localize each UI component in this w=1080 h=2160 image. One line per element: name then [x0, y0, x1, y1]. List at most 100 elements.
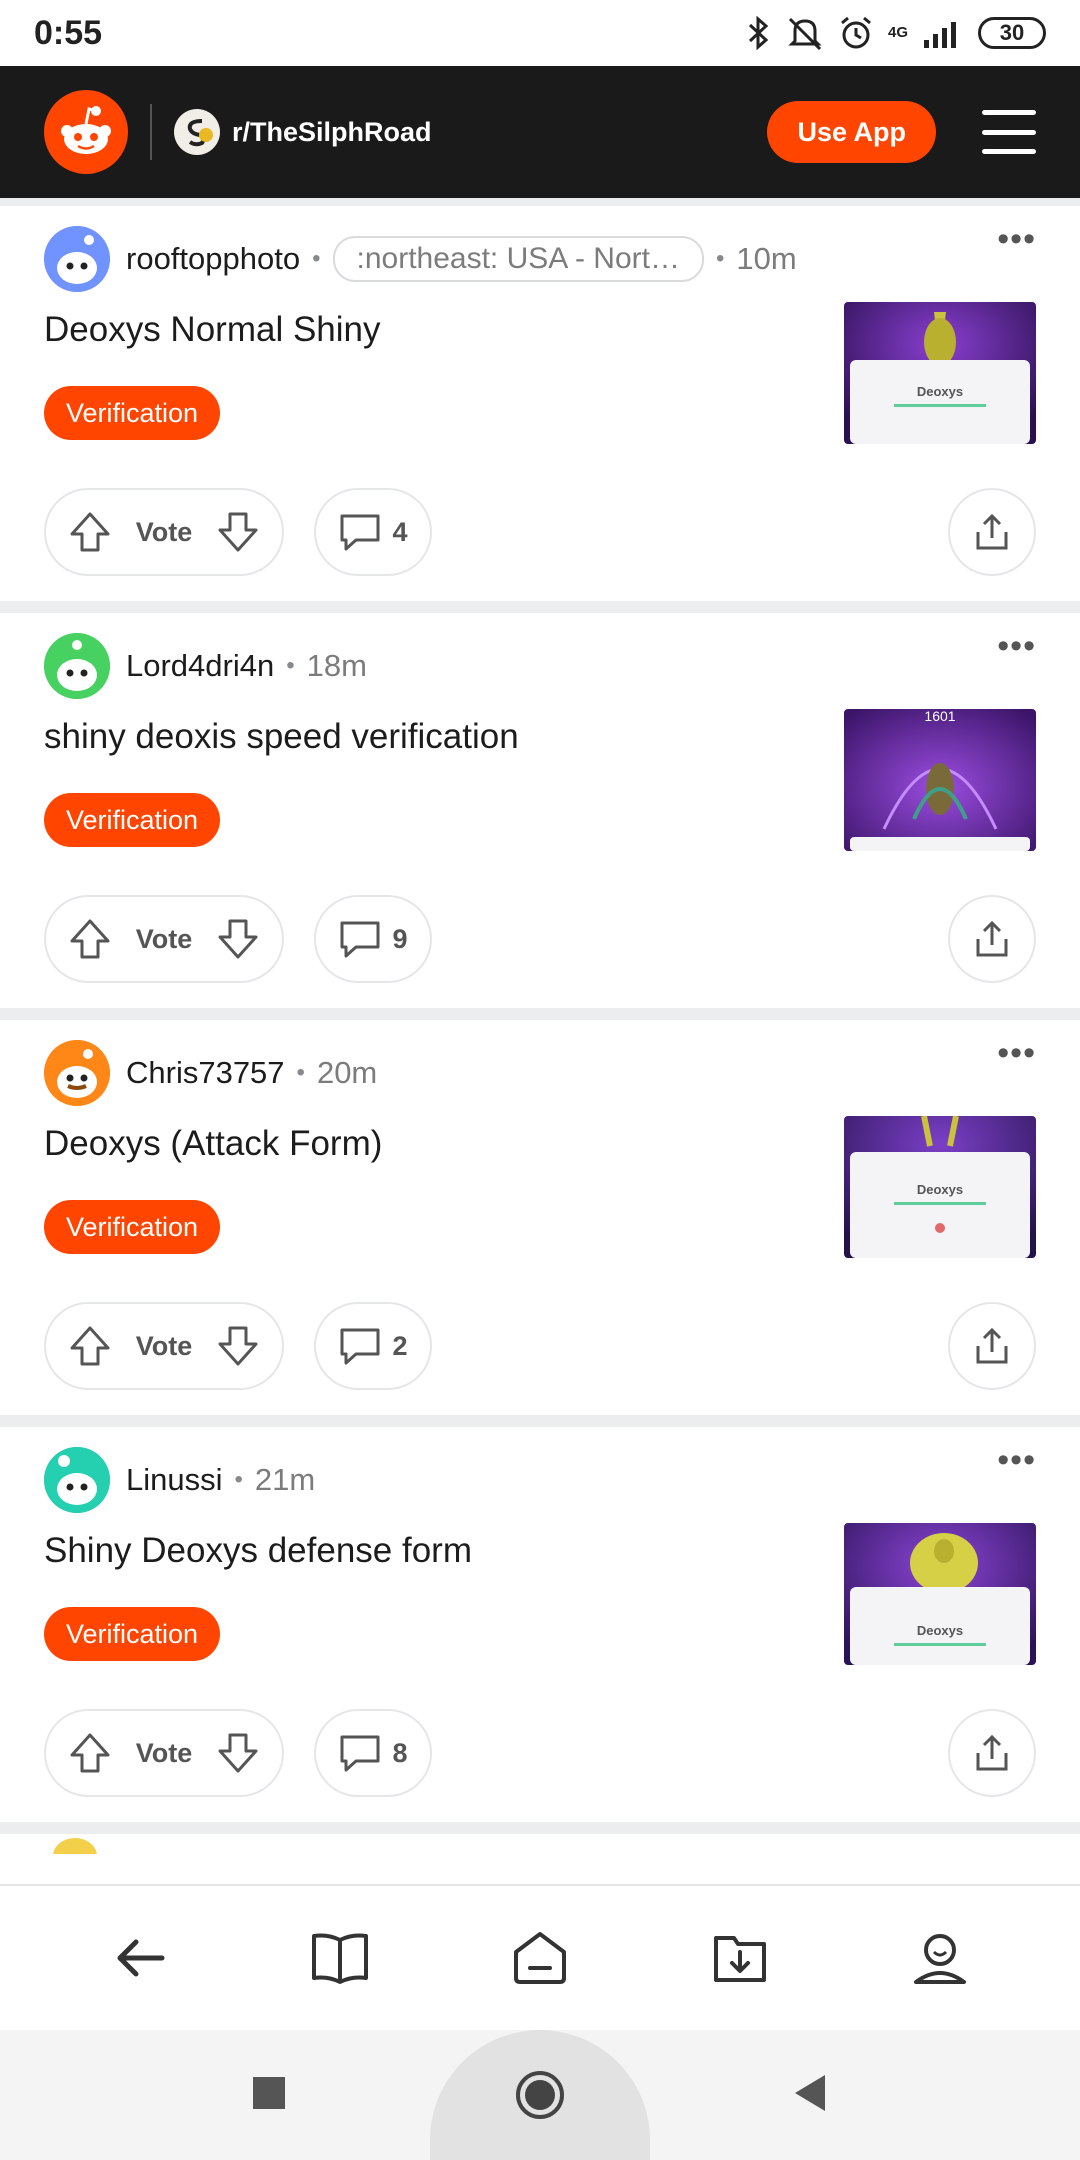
thumbnail-label: 1601 — [924, 709, 955, 724]
upvote-icon[interactable] — [68, 1731, 112, 1775]
battery-indicator: 30 — [978, 17, 1046, 49]
post-age: 10m — [736, 241, 797, 276]
vote-label: Vote — [135, 1737, 193, 1768]
square-icon — [253, 2076, 286, 2109]
bookmarks-button[interactable] — [280, 1898, 400, 2018]
post-title[interactable]: Deoxys (Attack Form) — [44, 1124, 804, 1164]
status-time: 0:55 — [34, 13, 103, 52]
profile-button[interactable] — [880, 1898, 1000, 2018]
avatar[interactable] — [44, 1040, 110, 1106]
post-flair-tag[interactable]: Verification — [44, 386, 221, 440]
downvote-icon[interactable] — [216, 917, 260, 961]
share-button[interactable] — [948, 895, 1036, 983]
more-options-icon[interactable]: ••• — [997, 627, 1036, 666]
reddit-logo[interactable] — [44, 90, 128, 174]
avatar[interactable] — [44, 1447, 110, 1513]
thumbnail-label: Deoxys — [917, 1623, 963, 1638]
comment-count: 8 — [392, 1737, 408, 1768]
recents-button[interactable] — [251, 2075, 287, 2116]
hamburger-menu-icon[interactable] — [982, 110, 1036, 154]
avatar[interactable] — [44, 633, 110, 699]
post-card[interactable]: Linussi • 21m ••• Shiny Deoxys defense f… — [0, 1427, 1080, 1822]
download-folder-icon — [714, 1936, 766, 1982]
upvote-icon[interactable] — [68, 1324, 112, 1368]
meta-dot: • — [312, 245, 321, 272]
comment-icon — [340, 1328, 380, 1365]
more-options-icon[interactable]: ••• — [997, 1034, 1036, 1073]
feed-separator — [0, 1008, 1080, 1020]
post-flair-tag[interactable]: Verification — [44, 1607, 221, 1661]
post-flair-tag[interactable]: Verification — [44, 793, 221, 847]
system-back-button[interactable] — [793, 2073, 829, 2118]
app-header: r/TheSilphRoad Use App — [0, 66, 1080, 198]
post-author[interactable]: Lord4dri4n — [126, 648, 274, 684]
meta-dot: • — [715, 245, 725, 272]
reddit-alien-icon — [61, 106, 111, 154]
downvote-icon[interactable] — [216, 1731, 260, 1775]
vote-control: Vote — [44, 488, 284, 576]
vote-label: Vote — [135, 1330, 193, 1361]
meta-dot: • — [296, 1059, 305, 1086]
post-thumbnail[interactable]: Deoxys — [844, 1116, 1036, 1258]
status-bar: 0:55 4G 30 — [0, 0, 1080, 66]
post-meta: Chris73757 • 20m ••• — [44, 1034, 1036, 1106]
avatar[interactable] — [44, 226, 110, 292]
post-flair-tag[interactable]: Verification — [44, 1200, 221, 1254]
post-title[interactable]: Shiny Deoxys defense form — [44, 1531, 804, 1571]
post-meta: rooftopphoto • :northeast: USA - Nort… •… — [44, 220, 1036, 292]
downvote-icon[interactable] — [216, 1324, 260, 1368]
subreddit-name[interactable]: r/TheSilphRoad — [232, 117, 432, 148]
network-type: 4G — [887, 24, 908, 41]
post-thumbnail[interactable]: Deoxys — [844, 1523, 1036, 1665]
comment-count: 2 — [392, 1330, 408, 1361]
post-author[interactable]: Linussi — [126, 1462, 223, 1498]
post-age: 18m — [306, 648, 367, 683]
post-actions: Vote 9 — [44, 895, 1036, 983]
post-card[interactable]: Chris73757 • 20m ••• Deoxys (Attack Form… — [0, 1020, 1080, 1415]
post-title[interactable]: Deoxys Normal Shiny — [44, 310, 804, 350]
upvote-icon[interactable] — [68, 510, 112, 554]
signal-icon — [922, 18, 964, 48]
post-card[interactable]: Lord4dri4n • 18m ••• shiny deoxis speed … — [0, 613, 1080, 1008]
more-options-icon[interactable]: ••• — [997, 1441, 1036, 1480]
upvote-icon[interactable] — [68, 917, 112, 961]
comment-icon — [340, 921, 380, 958]
back-button[interactable] — [80, 1898, 200, 2018]
post-age: 21m — [254, 1462, 316, 1497]
system-home-button[interactable] — [429, 2030, 650, 2160]
post-thumbnail[interactable]: Deoxys — [844, 302, 1036, 444]
downvote-icon[interactable] — [216, 510, 260, 554]
meta-dot: • — [286, 652, 295, 679]
share-icon — [976, 1734, 1008, 1771]
use-app-button[interactable]: Use App — [767, 101, 936, 163]
post-title[interactable]: shiny deoxis speed verification — [44, 717, 804, 757]
user-flair: :northeast: USA - Nort… — [332, 236, 704, 282]
header-divider — [150, 104, 152, 160]
comments-button[interactable]: 8 — [314, 1709, 432, 1797]
feed-separator — [0, 198, 1080, 206]
post-feed: rooftopphoto • :northeast: USA - Nort… •… — [0, 198, 1080, 1884]
more-options-icon[interactable]: ••• — [997, 220, 1036, 259]
share-button[interactable] — [948, 488, 1036, 576]
post-author[interactable]: rooftopphoto — [126, 241, 300, 277]
post-author[interactable]: Chris73757 — [126, 1055, 285, 1091]
comments-button[interactable]: 4 — [314, 488, 432, 576]
post-card[interactable]: rooftopphoto • :northeast: USA - Nort… •… — [0, 206, 1080, 601]
share-button[interactable] — [948, 1709, 1036, 1797]
post-actions: Vote 8 — [44, 1709, 1036, 1797]
comments-button[interactable]: 9 — [314, 895, 432, 983]
comments-button[interactable]: 2 — [314, 1302, 432, 1390]
system-navigation-bar — [0, 2030, 1080, 2160]
book-icon — [312, 1933, 368, 1984]
home-button[interactable] — [480, 1898, 600, 2018]
user-icon — [914, 1934, 966, 1984]
mute-icon — [786, 15, 824, 51]
browser-toolbar — [0, 1884, 1080, 2030]
post-thumbnail[interactable]: 1601 — [844, 709, 1036, 851]
downloads-button[interactable] — [680, 1898, 800, 2018]
home-icon — [514, 1932, 566, 1984]
vote-control: Vote — [44, 1709, 284, 1797]
feed-separator — [0, 1415, 1080, 1427]
share-button[interactable] — [948, 1302, 1036, 1390]
feed-separator — [0, 1822, 1080, 1834]
